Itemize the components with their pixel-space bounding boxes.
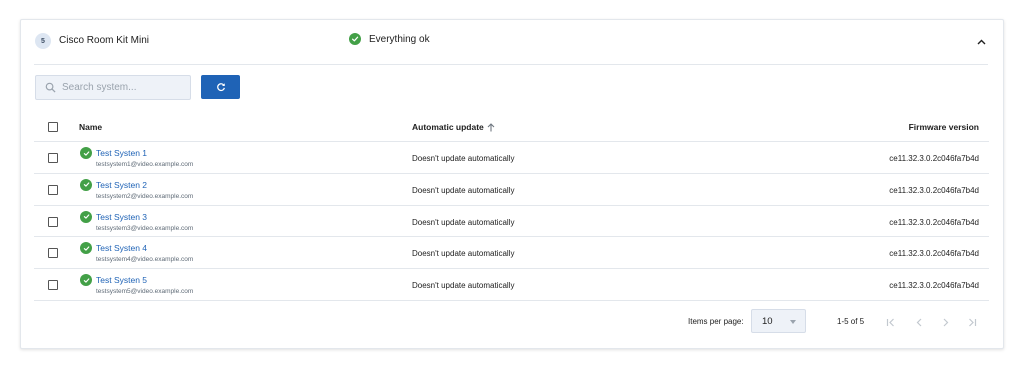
refresh-button[interactable]: [201, 75, 240, 99]
check-circle-icon: [80, 274, 92, 287]
column-automatic-update[interactable]: Automatic update: [412, 122, 495, 132]
check-circle-icon: [80, 210, 92, 223]
page-range: 1-5 of 5: [837, 317, 865, 326]
last-page-icon[interactable]: [964, 314, 980, 330]
system-name-link[interactable]: Test Systen 4: [96, 243, 147, 253]
search-icon: [45, 82, 56, 93]
column-firmware-version[interactable]: Firmware version: [909, 122, 979, 132]
automatic-update-value: Doesn't update automatically: [412, 217, 515, 227]
items-per-page-value: 10: [762, 316, 773, 327]
refresh-icon: [216, 83, 225, 92]
paginator: Items per page: 10 1-5 of 5: [21, 309, 1003, 335]
arrow-up-icon: [487, 122, 495, 131]
system-email: testsystem5@video.example.com: [96, 288, 194, 296]
items-per-page-select[interactable]: 10: [751, 309, 806, 333]
group-status: Everything ok: [349, 33, 430, 45]
firmware-version-value: ce11.32.3.0.2c046fa7b4d: [889, 249, 979, 259]
table-row[interactable]: Test Systen 1 testsystem1@video.example.…: [34, 142, 989, 174]
check-circle-icon: [349, 33, 361, 45]
automatic-update-value: Doesn't update automatically: [412, 185, 515, 195]
systems-table: Name Automatic update Firmware version T…: [34, 112, 989, 301]
check-circle-icon: [80, 242, 92, 255]
system-name-link[interactable]: Test Systen 3: [96, 212, 147, 222]
table-row[interactable]: Test Systen 5 testsystem5@video.example.…: [34, 269, 989, 301]
system-email: testsystem1@video.example.com: [96, 161, 194, 168]
check-circle-icon: [80, 147, 92, 159]
firmware-version-value: ce11.32.3.0.2c046fa7b4d: [889, 281, 979, 291]
row-checkbox[interactable]: [48, 248, 58, 259]
row-checkbox[interactable]: [48, 184, 58, 195]
row-checkbox[interactable]: [48, 153, 58, 163]
system-name-link[interactable]: Test Systen 5: [96, 275, 147, 285]
check-circle-icon: [80, 178, 92, 191]
system-email: testsystem4@video.example.com: [96, 256, 194, 264]
firmware-version-value: ce11.32.3.0.2c046fa7b4d: [889, 185, 979, 195]
system-name-link[interactable]: Test Systen 1: [96, 148, 147, 158]
table-row[interactable]: Test Systen 3 testsystem3@video.example.…: [34, 206, 989, 238]
automatic-update-value: Doesn't update automatically: [412, 154, 515, 163]
table-row[interactable]: Test Systen 2 testsystem2@video.example.…: [34, 174, 989, 206]
column-automatic-update-label: Automatic update: [412, 122, 484, 132]
group-name: Cisco Room Kit Mini: [59, 35, 150, 46]
search-box[interactable]: [35, 75, 191, 100]
system-email: testsystem3@video.example.com: [96, 224, 194, 232]
chevron-up-icon[interactable]: [973, 34, 989, 50]
system-name-link[interactable]: Test Systen 2: [96, 180, 147, 190]
header-divider: [34, 64, 988, 65]
table-header: Name Automatic update Firmware version: [34, 112, 989, 142]
row-checkbox[interactable]: [48, 216, 58, 227]
system-group-card: 5 Cisco Room Kit Mini Everything ok Name…: [20, 19, 1004, 349]
next-page-icon[interactable]: [937, 314, 953, 330]
status-text: Everything ok: [369, 33, 430, 45]
firmware-version-value: ce11.32.3.0.2c046fa7b4d: [889, 154, 979, 163]
search-input[interactable]: [62, 82, 182, 93]
row-checkbox[interactable]: [48, 280, 58, 291]
automatic-update-value: Doesn't update automatically: [412, 281, 515, 291]
column-name[interactable]: Name: [79, 122, 102, 132]
firmware-version-value: ce11.32.3.0.2c046fa7b4d: [889, 217, 979, 227]
system-email: testsystem2@video.example.com: [96, 192, 194, 200]
automatic-update-value: Doesn't update automatically: [412, 249, 515, 259]
previous-page-icon[interactable]: [911, 314, 927, 330]
system-count-badge: 5: [35, 33, 51, 49]
select-all-checkbox[interactable]: [48, 122, 58, 132]
caret-down-icon: [790, 320, 796, 324]
first-page-icon[interactable]: [883, 314, 899, 330]
items-per-page-label: Items per page:: [688, 317, 744, 326]
table-row[interactable]: Test Systen 4 testsystem4@video.example.…: [34, 237, 989, 270]
